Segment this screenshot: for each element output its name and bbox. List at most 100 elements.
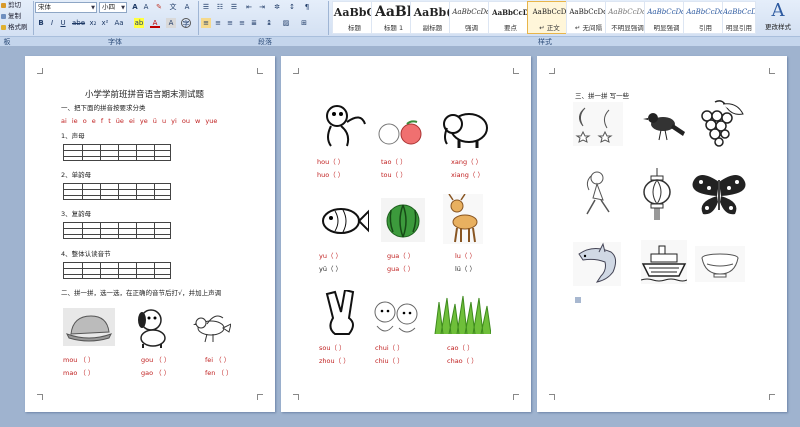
corner-mark [769, 394, 775, 400]
font-name-select[interactable]: 宋体 ▼ [35, 2, 97, 13]
numbering-button[interactable]: ☷ [215, 2, 225, 12]
document-page-3[interactable]: 三、拼一拼 写一些 [537, 56, 787, 412]
superscript-button[interactable]: x² [100, 18, 110, 28]
girl-image [575, 168, 615, 216]
italic-button[interactable]: I [47, 18, 57, 28]
subscript-button[interactable]: x₂ [88, 18, 98, 28]
answer-tou[interactable]: tou（ ） [381, 169, 407, 179]
document-page-2[interactable]: hou（ ） huo（ ） tao（ ） tou（ ） xang（ ） xian… [281, 56, 531, 412]
answer-hou[interactable]: hou（ ） [317, 156, 344, 166]
group-label-font: 字体 [108, 38, 122, 46]
hat-image [63, 308, 115, 346]
grow-font-button[interactable]: A [130, 2, 140, 12]
corner-mark [257, 68, 263, 74]
clipboard-group: 剪切 复制 格式刷 [0, 0, 32, 36]
shrink-font-button[interactable]: A [141, 2, 151, 12]
document-page-1[interactable]: 小学学前班拼音语言期末测试题 一、把下面的拼音按要求分类 ai ie o e f… [25, 56, 275, 412]
clear-format-icon[interactable]: ✎ [154, 2, 164, 12]
brush-icon [1, 25, 6, 30]
victory-hand-image [323, 290, 363, 338]
answer-chao[interactable]: chao（ ） [447, 355, 478, 365]
writing-grid[interactable] [63, 262, 171, 279]
writing-grid[interactable] [63, 222, 171, 239]
question-1: 一、把下面的拼音按要求分类 [61, 104, 146, 112]
show-marks-button[interactable]: ¶ [302, 2, 312, 12]
char-border-button[interactable]: A [182, 2, 192, 12]
font-color-button[interactable]: A [150, 18, 160, 28]
answer-huo[interactable]: huo（ ） [317, 169, 344, 179]
font-size-select[interactable]: 小四 ▼ [99, 2, 127, 13]
answer-gao[interactable]: gao （ ） [141, 367, 170, 377]
writing-grid[interactable] [63, 144, 171, 161]
answer-mou[interactable]: mou （ ） [63, 354, 95, 364]
phonetic-guide-button[interactable]: 文 [168, 2, 178, 12]
answer-mao[interactable]: mao （ ） [63, 367, 94, 377]
corner-mark [549, 394, 555, 400]
answer-xiang[interactable]: xiang（ ） [451, 169, 484, 179]
corner-mark [549, 68, 555, 74]
justify-button[interactable]: ≡ [237, 18, 247, 28]
chinese-layout-button[interactable]: ✲ [272, 2, 282, 12]
group-separator [33, 1, 34, 35]
answer-xang[interactable]: xang（ ） [451, 156, 482, 166]
chevron-down-icon: ▼ [121, 5, 125, 11]
align-left-button[interactable]: ≡ [201, 18, 211, 28]
copy-icon [1, 14, 6, 19]
highlight-button[interactable]: ab [134, 18, 144, 28]
answer-sou[interactable]: sou（ ） [319, 342, 346, 352]
style-intense-quote[interactable]: AaBbCcDd明显引用 [722, 1, 756, 34]
ribbon-group-labels: 板 字体 段落 样式 [0, 36, 800, 46]
answer-yü[interactable]: yü（ ） [319, 263, 342, 273]
dog-image [133, 306, 173, 348]
char-shading-button[interactable]: A [166, 18, 176, 28]
copy-button[interactable]: 复制 [0, 11, 32, 22]
change-styles-button[interactable]: A 更改样式 [757, 1, 799, 34]
answer-zhou[interactable]: zhou（ ） [319, 355, 350, 365]
answer-yu[interactable]: yu（ ） [319, 250, 342, 260]
corner-mark [257, 394, 263, 400]
answer-gua-2[interactable]: gua（ ） [387, 263, 414, 273]
page-title: 小学学前班拼音语言期末测试题 [85, 90, 205, 100]
group-label-styles: 样式 [538, 38, 552, 46]
answer-fei[interactable]: fei （ ） [205, 354, 230, 364]
underline-button[interactable]: U [58, 18, 68, 28]
group-label-paragraph: 段落 [258, 38, 272, 46]
answer-tao[interactable]: tao（ ） [381, 156, 407, 166]
monkey-image [317, 102, 369, 150]
increase-indent-button[interactable]: ⇥ [257, 2, 267, 12]
borders-button[interactable]: ⊞ [299, 18, 309, 28]
answer-chui[interactable]: chui（ ） [375, 342, 404, 352]
corner-mark [37, 68, 43, 74]
question-2: 二、拼一拼，选一选，在正确的音节后打√，并加上声调 [61, 289, 222, 297]
multilevel-list-button[interactable]: ☰ [229, 2, 239, 12]
distributed-button[interactable]: ≣ [249, 18, 259, 28]
align-right-button[interactable]: ≡ [225, 18, 235, 28]
answer-lü[interactable]: lü（ ） [455, 263, 476, 273]
answer-cao[interactable]: cao（ ） [447, 342, 474, 352]
shading-button[interactable]: ▨ [281, 18, 291, 28]
sort-button[interactable]: ↕ [287, 2, 297, 12]
answer-gou[interactable]: gou （ ） [141, 354, 170, 364]
section-4-label: 4、整体认读音节 [61, 250, 111, 258]
answer-gua-1[interactable]: gua（ ） [387, 250, 414, 260]
fish-image [317, 201, 369, 241]
change-case-button[interactable]: Aa [114, 18, 124, 28]
butterfly-image [689, 172, 749, 218]
strikethrough-button[interactable]: abe [72, 18, 85, 28]
bullets-button[interactable]: ☰ [201, 2, 211, 12]
grass-image [433, 294, 491, 334]
decrease-indent-button[interactable]: ⇤ [244, 2, 254, 12]
format-painter-button[interactable]: 格式刷 [0, 22, 32, 33]
answer-chiu[interactable]: chiu（ ） [375, 355, 404, 365]
answer-lu[interactable]: lu（ ） [455, 250, 476, 260]
enclose-char-button[interactable]: 字 [181, 18, 191, 28]
peach-image [377, 118, 425, 148]
bold-button[interactable]: B [36, 18, 46, 28]
corner-mark [293, 68, 299, 74]
answer-fen[interactable]: fen （ ） [205, 367, 233, 377]
align-center-button[interactable]: ≡ [213, 18, 223, 28]
cut-button[interactable]: 剪切 [0, 0, 32, 11]
line-spacing-button[interactable]: ↨ [264, 18, 274, 28]
writing-grid[interactable] [63, 183, 171, 200]
styles-gallery: AaBbC 标题 AaBl 标题 1 AaBb(副标题 AaBbCcDd 强调 AaB… [332, 1, 756, 34]
